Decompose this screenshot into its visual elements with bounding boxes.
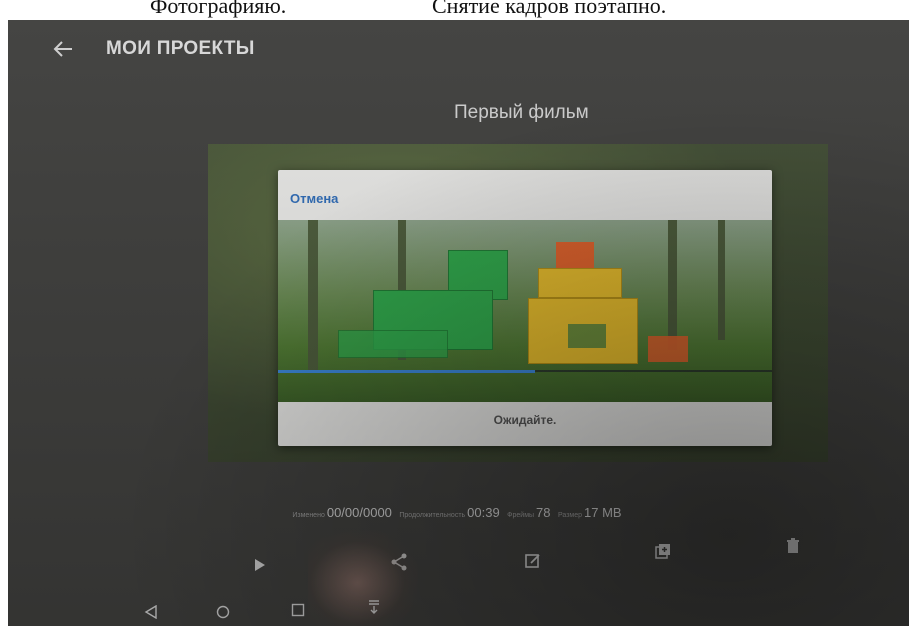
project-actions (8, 530, 909, 572)
export-progress-bar (278, 370, 535, 373)
project-info: Изменено 00/00/0000 Продолжительность 00:3… (8, 504, 909, 522)
frames-value: 78 (536, 505, 551, 520)
size-label: Размер (557, 512, 583, 519)
duration-value: 00:39 (467, 505, 500, 520)
status-text: Ожидайте. (493, 413, 557, 427)
caption-left: Фотографияю. (150, 0, 287, 18)
delete-icon[interactable] (786, 538, 800, 554)
export-progress-track (535, 370, 772, 372)
play-icon[interactable] (254, 558, 266, 572)
recents-icon[interactable] (291, 603, 305, 622)
edit-icon[interactable] (524, 552, 542, 570)
duplicate-icon[interactable] (654, 542, 672, 560)
caption-right: Снятие кадров поэтапно. (432, 0, 667, 18)
duration-label: Продолжительность (399, 512, 466, 519)
home-icon[interactable] (216, 605, 230, 624)
frame-preview-image (278, 220, 772, 402)
export-dialog: Отмена Ожидайте. (278, 170, 772, 446)
project-title: Первый фильм (454, 102, 589, 123)
tablet-screen: МОИ ПРОЕКТЫ Первый фильм Отмена Ожидайте… (8, 20, 909, 626)
back-arrow-icon[interactable] (48, 34, 78, 64)
frames-label: Фреймы (507, 512, 535, 519)
system-navigation-bar (8, 595, 909, 626)
modified-value: 00/00/0000 (326, 505, 392, 520)
app-bar: МОИ ПРОЕКТЫ (8, 20, 909, 80)
page-title: МОИ ПРОЕКТЫ (106, 38, 255, 59)
size-value: 17 MB (584, 505, 622, 520)
notification-icon[interactable] (368, 599, 380, 620)
cancel-button[interactable]: Отмена (290, 191, 338, 206)
back-icon[interactable] (144, 604, 158, 624)
modified-label: Изменено (292, 512, 325, 519)
